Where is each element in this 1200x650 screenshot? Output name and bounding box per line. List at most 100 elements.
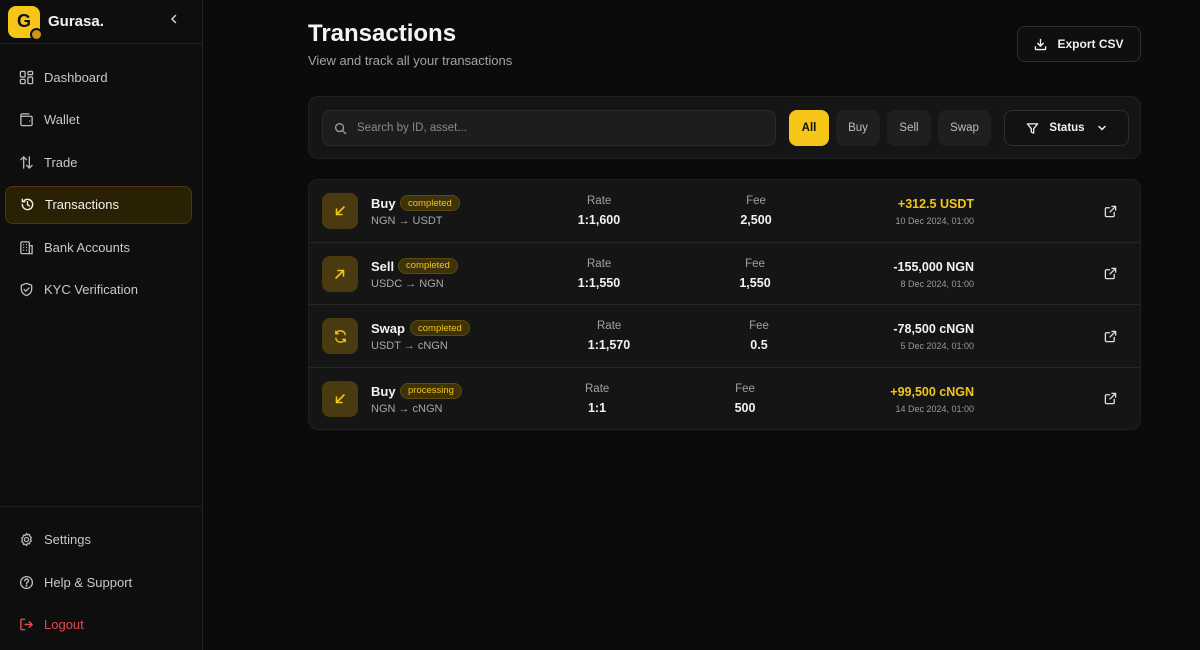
sidebar-item-label: KYC Verification (44, 282, 138, 297)
sidebar-item-transactions[interactable]: Transactions (5, 185, 192, 224)
logout-icon (18, 617, 34, 633)
bank-icon (18, 239, 34, 255)
filter-chip-buy[interactable]: Buy (836, 110, 880, 146)
rate-value: 1:1,600 (577, 213, 621, 227)
status-filter-label: Status (1049, 122, 1085, 134)
fee-value: 2,500 (740, 213, 772, 227)
fee-value: 0.5 (750, 338, 768, 352)
sidebar-item-label: Transactions (45, 197, 119, 212)
sidebar-item-settings[interactable]: Settings (5, 521, 193, 559)
chevron-down-icon (1097, 123, 1107, 133)
sidebar-item-label: Help & Support (44, 574, 133, 590)
transaction-type: Buy (371, 383, 396, 399)
export-csv-button[interactable]: Export CSV (1017, 26, 1141, 62)
transaction-amount: +99,500 cNGN (890, 384, 974, 399)
filter-chip-all[interactable]: All (789, 110, 829, 146)
rate-label: Rate (597, 320, 622, 332)
transaction-date: 5 Dec 2024, 01:00 (900, 341, 974, 351)
transaction-pair: NGN → cNGN (371, 402, 443, 415)
collapse-sidebar-icon[interactable] (166, 11, 182, 27)
sidebar-item-bank-accounts[interactable]: Bank Accounts (5, 228, 192, 266)
transaction-row[interactable]: Swap completed USDT → cNGN Rate 1:1,570 … (309, 305, 1140, 368)
fee-label: Fee (749, 320, 769, 332)
sidebar-item-label: Logout (44, 617, 84, 632)
brand-name: Gurasa. (48, 13, 104, 30)
transaction-type: Buy (371, 196, 396, 211)
filter-chip-swap[interactable]: Swap (938, 110, 991, 146)
rate-label: Rate (585, 382, 610, 395)
gear-icon (18, 532, 34, 548)
rate-value: 1:1 (587, 400, 607, 415)
transaction-row[interactable]: Buy completed NGN → USDT Rate 1:1,600 Fe… (309, 180, 1140, 243)
arrow-up-right-icon (322, 255, 358, 292)
sidebar: G Gurasa. Dashboard Wallet Trade Transac… (0, 0, 203, 650)
brand-logo[interactable]: G (8, 5, 43, 41)
sidebar-item-label: Dashboard (44, 69, 108, 85)
sidebar-item-dashboard[interactable]: Dashboard (5, 58, 192, 96)
status-filter-dropdown[interactable]: Status (1004, 110, 1129, 146)
filter-chip-sell[interactable]: Sell (887, 110, 931, 146)
transaction-pair: USDC → NGN (371, 277, 444, 290)
brand-header: G Gurasa. (0, 0, 202, 44)
rate-label: Rate (587, 257, 612, 270)
status-badge: completed (410, 320, 470, 336)
rate-label: Rate (587, 195, 612, 207)
sidebar-item-kyc-verification[interactable]: KYC Verification (5, 271, 192, 309)
search-box (322, 110, 776, 146)
transaction-type: Swap (371, 321, 405, 336)
status-badge: completed (398, 257, 458, 274)
external-link-icon[interactable] (1102, 328, 1118, 344)
sidebar-item-label: Settings (44, 532, 91, 547)
transaction-date: 10 Dec 2024, 01:00 (895, 216, 974, 226)
status-badge: completed (400, 195, 460, 211)
fee-value: 1,550 (739, 275, 771, 290)
external-link-icon[interactable] (1102, 203, 1118, 219)
sidebar-item-label: Bank Accounts (44, 239, 130, 255)
arrow-down-left-icon (322, 380, 358, 417)
sidebar-item-trade[interactable]: Trade (5, 143, 192, 181)
transaction-date: 14 Dec 2024, 01:00 (895, 403, 974, 414)
sidebar-item-wallet[interactable]: Wallet (5, 101, 192, 139)
transaction-amount: +312.5 USDT (897, 197, 974, 211)
sidebar-item-label: Trade (44, 154, 78, 170)
page-title: Transactions (308, 20, 457, 47)
help-icon (18, 574, 34, 590)
transaction-pair: USDT → cNGN (371, 340, 448, 352)
shield-check-icon (18, 282, 34, 298)
rate-value: 1:1,570 (587, 338, 631, 352)
arrow-down-left-icon (322, 193, 358, 229)
fee-label: Fee (746, 195, 766, 207)
sidebar-item-help-support[interactable]: Help & Support (5, 563, 193, 601)
search-icon (334, 122, 347, 135)
transaction-pair: NGN → USDT (371, 215, 443, 227)
download-icon (1034, 38, 1047, 51)
sidebar-item-logout[interactable]: Logout (5, 606, 193, 644)
fee-label: Fee (735, 382, 755, 395)
trade-arrows-icon (18, 154, 34, 170)
sidebar-nav: Dashboard Wallet Trade Transactions Bank… (0, 44, 202, 309)
fee-value: 500 (734, 400, 756, 415)
transaction-amount: -155,000 NGN (893, 259, 974, 274)
sidebar-item-label: Wallet (44, 112, 80, 127)
sidebar-footer: Settings Help & Support Logout (0, 505, 203, 650)
transaction-amount: -78,500 cNGN (893, 322, 974, 336)
fee-label: Fee (745, 257, 765, 270)
export-csv-label: Export CSV (1057, 37, 1124, 51)
filter-funnel-icon (1026, 122, 1039, 135)
filter-bar: All Buy Sell Swap Status (308, 96, 1141, 159)
history-icon (19, 197, 35, 213)
external-link-icon[interactable] (1102, 391, 1118, 407)
dashboard-icon (18, 69, 34, 85)
swap-refresh-icon (322, 318, 358, 354)
rate-value: 1:1,550 (577, 275, 621, 290)
transaction-row[interactable]: Buy processing NGN → cNGN Rate 1:1 Fee 5… (309, 368, 1140, 430)
transaction-type: Sell (371, 258, 395, 274)
transactions-list: Buy completed NGN → USDT Rate 1:1,600 Fe… (308, 179, 1141, 430)
status-badge: processing (400, 382, 462, 399)
transaction-date: 8 Dec 2024, 01:00 (900, 278, 974, 289)
wallet-icon (18, 112, 34, 128)
external-link-icon[interactable] (1102, 266, 1118, 282)
page-subtitle: View and track all your transactions (308, 53, 513, 68)
transaction-row[interactable]: Sell completed USDC → NGN Rate 1:1,550 F… (309, 243, 1140, 305)
search-input[interactable] (357, 122, 757, 134)
